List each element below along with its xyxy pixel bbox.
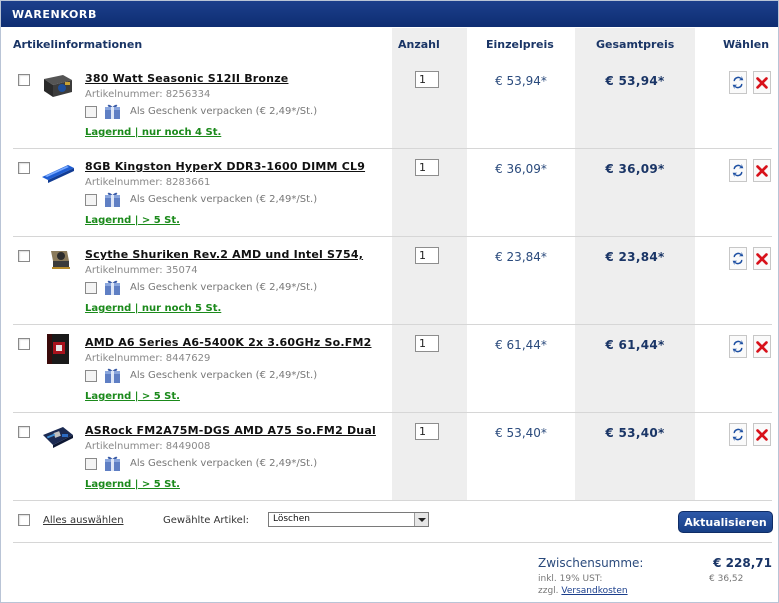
gift-box-icon [105, 104, 120, 119]
unit-price: € 61,44* [495, 338, 547, 352]
gift-wrap-label: Als Geschenk verpacken (€ 2,49*/St.) [130, 106, 318, 117]
cart-row: ASRock FM2A75M-DGS AMD A75 So.FM2 Dual A… [1, 413, 778, 501]
cart-panel: WARENKORB Artikelinformationen Anzahl Ei… [0, 0, 779, 603]
cart-row: 380 Watt Seasonic S12II Bronze Artikelnu… [1, 61, 778, 149]
total-price: € 53,94* [605, 74, 665, 88]
ram-icon [42, 165, 74, 183]
product-name-link[interactable]: ASRock FM2A75M-DGS AMD A75 So.FM2 Dual [85, 424, 376, 437]
gift-box-icon [105, 192, 120, 207]
total-price: € 61,44* [605, 338, 665, 352]
stock-status-link[interactable]: Lagernd | nur noch 4 St. [85, 127, 221, 138]
refresh-icon[interactable] [729, 159, 747, 182]
stock-status-link[interactable]: Lagernd | > 5 St. [85, 391, 180, 402]
header-article-info: Artikelinformationen [13, 38, 143, 51]
bulk-action-value: Löschen [273, 514, 310, 524]
subtotal-value: € 228,71 [713, 556, 772, 570]
product-name-link[interactable]: 8GB Kingston HyperX DDR3-1600 DIMM CL9 [85, 160, 365, 173]
unit-price: € 23,84* [495, 250, 547, 264]
vat-label: inkl. 19% UST: [538, 574, 603, 584]
gift-box-icon [105, 280, 120, 295]
title-bar: WARENKORB [1, 1, 778, 27]
article-number: Artikelnummer: 8256334 [85, 89, 211, 100]
bulk-action-select[interactable]: Löschen [268, 512, 429, 527]
delete-icon[interactable] [753, 71, 771, 94]
row-select-checkbox[interactable] [18, 338, 30, 350]
delete-icon[interactable] [753, 335, 771, 358]
stock-status-link[interactable]: Lagernd | nur noch 5 St. [85, 303, 221, 314]
product-name-link[interactable]: 380 Watt Seasonic S12II Bronze [85, 72, 288, 85]
row-select-checkbox[interactable] [18, 162, 30, 174]
gift-wrap-checkbox[interactable] [85, 458, 97, 470]
quantity-input[interactable] [415, 335, 439, 352]
footer-divider [13, 542, 772, 543]
chevron-down-icon[interactable] [414, 513, 428, 526]
product-name-link[interactable]: Scythe Shuriken Rev.2 AMD und Intel S754… [85, 248, 363, 261]
gift-wrap-label: Als Geschenk verpacken (€ 2,49*/St.) [130, 194, 318, 205]
gift-wrap-checkbox[interactable] [85, 282, 97, 294]
quantity-input[interactable] [415, 71, 439, 88]
row-select-checkbox[interactable] [18, 250, 30, 262]
total-price: € 23,84* [605, 250, 665, 264]
cart-row: AMD A6 Series A6-5400K 2x 3.60GHz So.FM2… [1, 325, 778, 413]
gift-wrap-checkbox[interactable] [85, 370, 97, 382]
stock-status-link[interactable]: Lagernd | > 5 St. [85, 479, 180, 490]
cart-row: Scythe Shuriken Rev.2 AMD und Intel S754… [1, 237, 778, 325]
delete-icon[interactable] [753, 423, 771, 446]
shipping-costs-link[interactable]: Versandkosten [561, 586, 627, 596]
unit-price: € 36,09* [495, 162, 547, 176]
select-all-checkbox[interactable] [18, 514, 30, 526]
gift-wrap-checkbox[interactable] [85, 194, 97, 206]
gift-wrap-label: Als Geschenk verpacken (€ 2,49*/St.) [130, 370, 318, 381]
delete-icon[interactable] [753, 247, 771, 270]
cpu-box-icon [47, 334, 69, 364]
product-name-link[interactable]: AMD A6 Series A6-5400K 2x 3.60GHz So.FM2 [85, 336, 372, 349]
refresh-icon[interactable] [729, 423, 747, 446]
update-button[interactable]: Aktualisieren [678, 511, 773, 533]
unit-price: € 53,94* [495, 74, 547, 88]
stock-status-link[interactable]: Lagernd | > 5 St. [85, 215, 180, 226]
cart-row: 8GB Kingston HyperX DDR3-1600 DIMM CL9 A… [1, 149, 778, 237]
row-select-checkbox[interactable] [18, 426, 30, 438]
article-number: Artikelnummer: 8283661 [85, 177, 211, 188]
gift-box-icon [105, 456, 120, 471]
header-quantity: Anzahl [398, 38, 440, 51]
delete-icon[interactable] [753, 159, 771, 182]
motherboard-icon [43, 427, 73, 448]
select-all-link[interactable]: Alles auswählen [43, 515, 124, 526]
gift-wrap-label: Als Geschenk verpacken (€ 2,49*/St.) [130, 282, 318, 293]
article-number: Artikelnummer: 8449008 [85, 441, 211, 452]
shipping-prefix: zzgl. [538, 586, 559, 596]
header-total-price: Gesamtpreis [596, 38, 675, 51]
unit-price: € 53,40* [495, 426, 547, 440]
row-select-checkbox[interactable] [18, 74, 30, 86]
total-price: € 53,40* [605, 426, 665, 440]
quantity-input[interactable] [415, 247, 439, 264]
selected-articles-label: Gewählte Artikel: [163, 515, 249, 526]
cooler-icon [51, 251, 70, 269]
refresh-icon[interactable] [729, 335, 747, 358]
subtotal-label: Zwischensumme: [538, 556, 644, 570]
refresh-icon[interactable] [729, 71, 747, 94]
article-number: Artikelnummer: 8447629 [85, 353, 211, 364]
refresh-icon[interactable] [729, 247, 747, 270]
header-choose: Wählen [723, 38, 770, 51]
quantity-input[interactable] [415, 159, 439, 176]
gift-wrap-label: Als Geschenk verpacken (€ 2,49*/St.) [130, 458, 318, 469]
header-unit-price: Einzelpreis [486, 38, 554, 51]
gift-box-icon [105, 368, 120, 383]
total-price: € 36,09* [605, 162, 665, 176]
quantity-input[interactable] [415, 423, 439, 440]
article-number: Artikelnummer: 35074 [85, 265, 198, 276]
vat-value: € 36,52 [709, 574, 744, 584]
gift-wrap-checkbox[interactable] [85, 106, 97, 118]
shipping-note: zzgl. Versandkosten [538, 586, 628, 596]
row-divider [13, 500, 772, 501]
psu-icon [44, 75, 72, 97]
window-title: WARENKORB [12, 8, 97, 21]
